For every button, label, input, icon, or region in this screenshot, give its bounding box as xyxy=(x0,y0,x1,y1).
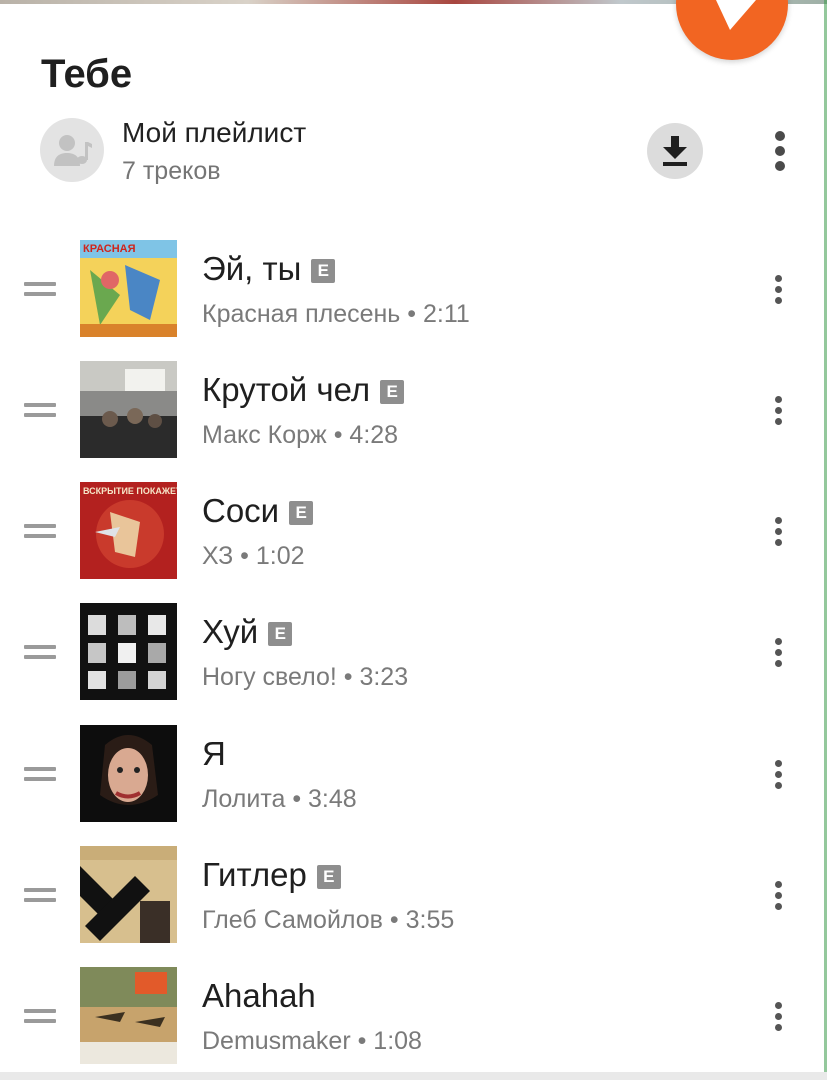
track-subtitle: Demusmaker • 1:08 xyxy=(202,1027,422,1055)
more-vert-icon xyxy=(775,1002,782,1009)
track-more-button[interactable] xyxy=(771,638,789,668)
drag-handle-icon[interactable] xyxy=(24,282,56,298)
more-vert-icon xyxy=(775,131,785,141)
track-more-button[interactable] xyxy=(771,275,789,305)
download-button[interactable] xyxy=(647,123,703,179)
track-more-button[interactable] xyxy=(771,1002,789,1032)
album-cover xyxy=(80,846,177,943)
play-icon xyxy=(716,0,756,30)
explicit-badge: E xyxy=(268,622,293,646)
explicit-badge: E xyxy=(316,865,341,889)
track-title: Ahahah xyxy=(202,977,316,1014)
track-more-button[interactable] xyxy=(771,517,789,547)
more-vert-icon xyxy=(775,517,782,524)
explicit-badge: E xyxy=(311,259,336,283)
track-title: Соси E xyxy=(202,492,314,530)
track-subtitle: Ногу свело! • 3:23 xyxy=(202,663,409,691)
track-row[interactable]: Крутой чел E Макс Корж • 4:28 xyxy=(0,361,827,461)
section-title: Тебе xyxy=(41,52,133,96)
track-more-button[interactable] xyxy=(771,760,789,790)
play-button[interactable] xyxy=(676,0,788,60)
playlist-avatar xyxy=(40,118,104,182)
bottom-edge xyxy=(0,1072,827,1080)
more-vert-icon xyxy=(775,760,782,767)
playlist-user-icon xyxy=(54,135,92,166)
album-cover xyxy=(80,967,177,1064)
track-subtitle: Макс Корж • 4:28 xyxy=(202,421,399,449)
album-cover xyxy=(80,725,177,822)
track-title: Я xyxy=(202,735,226,772)
playlist-track-count: 7 треков xyxy=(122,157,221,185)
track-row[interactable]: Я Лолита • 3:48 xyxy=(0,725,827,825)
album-cover xyxy=(80,361,177,458)
more-vert-icon xyxy=(775,881,782,888)
more-vert-icon xyxy=(775,275,782,282)
drag-handle-icon[interactable] xyxy=(24,888,56,904)
track-subtitle: Глеб Самойлов • 3:55 xyxy=(202,906,455,934)
track-row[interactable]: Гитлер E Глеб Самойлов • 3:55 xyxy=(0,846,827,946)
svg-text:КРАСНАЯ: КРАСНАЯ xyxy=(83,243,136,255)
track-subtitle: ХЗ • 1:02 xyxy=(202,542,305,570)
track-title: Крутой чел E xyxy=(202,371,405,409)
track-title: Хуй E xyxy=(202,613,293,651)
album-cover: ВСКРЫТИЕ ПОКАЖЕТ xyxy=(80,482,177,579)
drag-handle-icon[interactable] xyxy=(24,767,56,783)
album-cover xyxy=(80,603,177,700)
track-row[interactable]: Хуй E Ногу свело! • 3:23 xyxy=(0,603,827,703)
track-subtitle: Красная плесень • 2:11 xyxy=(202,300,470,328)
more-vert-icon xyxy=(775,396,782,403)
more-vert-icon xyxy=(775,638,782,645)
explicit-badge: E xyxy=(380,380,405,404)
track-title: Эй, ты E xyxy=(202,250,336,288)
track-row[interactable]: ВСКРЫТИЕ ПОКАЖЕТ Соси E ХЗ • 1:02 xyxy=(0,482,827,582)
track-title: Гитлер E xyxy=(202,856,341,894)
explicit-badge: E xyxy=(289,501,314,525)
playlist-more-button[interactable] xyxy=(768,128,792,174)
track-subtitle: Лолита • 3:48 xyxy=(202,785,357,813)
track-more-button[interactable] xyxy=(771,396,789,426)
drag-handle-icon[interactable] xyxy=(24,645,56,661)
album-cover: КРАСНАЯ xyxy=(80,240,177,337)
track-row[interactable]: КРАСНАЯ Эй, ты E Красная плесень • 2:11 xyxy=(0,240,827,340)
drag-handle-icon[interactable] xyxy=(24,524,56,540)
svg-text:ВСКРЫТИЕ ПОКАЖЕТ: ВСКРЫТИЕ ПОКАЖЕТ xyxy=(83,486,177,496)
track-more-button[interactable] xyxy=(771,881,789,911)
download-icon xyxy=(663,136,687,166)
playlist-name: Мой плейлист xyxy=(122,117,307,148)
drag-handle-icon[interactable] xyxy=(24,1009,56,1025)
drag-handle-icon[interactable] xyxy=(24,403,56,419)
track-row[interactable]: Ahahah Demusmaker • 1:08 xyxy=(0,967,827,1067)
